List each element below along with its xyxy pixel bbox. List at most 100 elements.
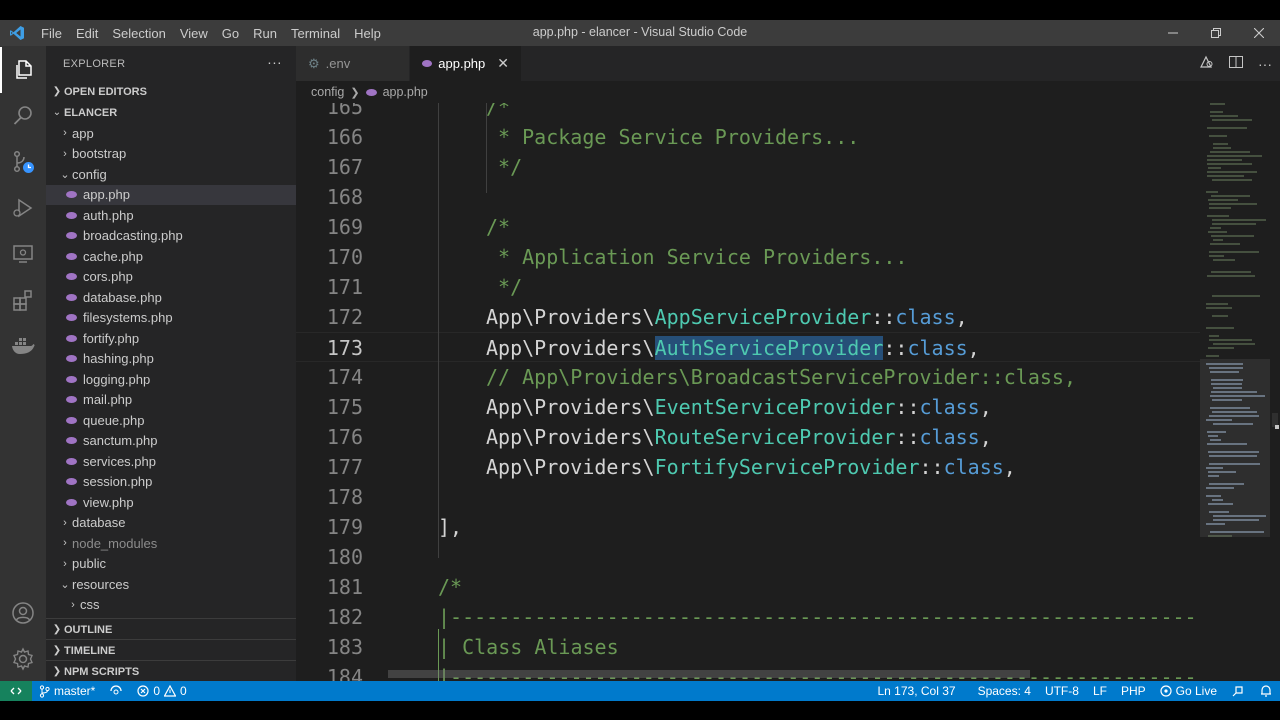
split-editor-icon[interactable] — [1228, 54, 1244, 73]
problems-status[interactable]: 0 0 — [130, 684, 193, 698]
tree-folder[interactable]: ⌄ config — [46, 164, 296, 185]
go-live-button[interactable]: Go Live — [1153, 684, 1224, 698]
minimap-line — [1212, 223, 1256, 225]
tree-file[interactable]: services.php — [46, 451, 296, 472]
extensions-icon[interactable] — [0, 277, 46, 323]
tree-file[interactable]: queue.php — [46, 410, 296, 431]
outline-section[interactable]: ❯ OUTLINE — [46, 618, 296, 640]
minimize-icon[interactable] — [1151, 20, 1194, 46]
close-icon[interactable]: ✕ — [497, 55, 509, 72]
run-debug-icon[interactable] — [0, 185, 46, 231]
menu-item-selection[interactable]: Selection — [105, 26, 172, 41]
code-text: ], — [438, 515, 463, 539]
minimap[interactable] — [1200, 103, 1270, 681]
sync-status[interactable] — [102, 685, 130, 697]
manage-gear-icon[interactable] — [0, 636, 46, 682]
open-editors-section[interactable]: ❯ OPEN EDITORS — [46, 81, 296, 102]
line-number: 179 — [326, 515, 363, 539]
tree-folder[interactable]: ⌄ resources — [46, 574, 296, 595]
explorer-icon[interactable] — [0, 47, 46, 93]
tree-file[interactable]: cors.php — [46, 267, 296, 288]
menu-item-go[interactable]: Go — [215, 26, 246, 41]
language-mode[interactable]: PHP — [1114, 684, 1153, 698]
vertical-scrollbar[interactable] — [1270, 103, 1280, 681]
tree-file[interactable]: sanctum.php — [46, 431, 296, 452]
accounts-icon[interactable] — [0, 590, 46, 636]
code-line: 167 */ — [296, 152, 1200, 182]
tree-folder[interactable]: › bootstrap — [46, 144, 296, 165]
php-file-icon — [66, 232, 77, 240]
tree-file[interactable]: view.php — [46, 492, 296, 513]
tree-file[interactable]: mail.php — [46, 390, 296, 411]
end-of-line[interactable]: LF — [1086, 684, 1114, 698]
horizontal-scrollbar[interactable] — [388, 670, 1030, 678]
more-actions-icon[interactable]: ··· — [267, 54, 282, 70]
code-editor[interactable]: 165/* 166 * Package Service Providers... 1… — [296, 103, 1280, 681]
tree-file[interactable]: filesystems.php — [46, 308, 296, 329]
feedback-icon[interactable] — [1224, 684, 1252, 698]
code-text: App\Providers\EventServiceProvider::clas… — [486, 392, 992, 422]
close-window-icon[interactable] — [1237, 20, 1280, 46]
tab-env[interactable]: ⚙ .env — [296, 46, 410, 81]
search-icon[interactable] — [0, 93, 46, 139]
tree-folder[interactable]: › node_modules — [46, 533, 296, 554]
more-actions-icon[interactable]: ··· — [1258, 56, 1272, 72]
remote-explorer-icon[interactable] — [0, 231, 46, 277]
tree-file[interactable]: broadcasting.php — [46, 226, 296, 247]
minimap-line — [1206, 307, 1232, 309]
breadcrumb-file[interactable]: app.php — [383, 85, 428, 99]
minimap-line — [1210, 227, 1221, 229]
minimap-slider[interactable] — [1200, 359, 1270, 537]
line-number: 184 — [326, 665, 363, 681]
tree-folder[interactable]: › css — [46, 595, 296, 616]
timeline-section[interactable]: ❯ TIMELINE — [46, 639, 296, 661]
menu-item-help[interactable]: Help — [347, 26, 388, 41]
menu-item-run[interactable]: Run — [246, 26, 284, 41]
indentation[interactable]: Spaces: 4 — [971, 684, 1038, 698]
source-control-icon[interactable] — [0, 139, 46, 185]
tree-folder[interactable]: › public — [46, 554, 296, 575]
tree-file[interactable]: logging.php — [46, 369, 296, 390]
tree-file[interactable]: hashing.php — [46, 349, 296, 370]
menu-item-view[interactable]: View — [173, 26, 215, 41]
tree-file[interactable]: fortify.php — [46, 328, 296, 349]
minimap-line — [1207, 155, 1262, 157]
open-changes-icon[interactable] — [1198, 54, 1214, 73]
tree-file[interactable]: cache.php — [46, 246, 296, 267]
restore-icon[interactable] — [1194, 20, 1237, 46]
tree-file[interactable]: auth.php — [46, 205, 296, 226]
project-section[interactable]: ⌄ ELANCER — [46, 102, 296, 123]
docker-icon[interactable] — [0, 323, 46, 369]
php-file-icon — [66, 273, 77, 281]
breadcrumb-folder[interactable]: config — [311, 85, 344, 99]
tree-folder[interactable]: › database — [46, 513, 296, 534]
tree-item-label: fortify.php — [83, 330, 140, 346]
menu-item-edit[interactable]: Edit — [69, 26, 105, 41]
code-line: 166 * Package Service Providers... — [296, 122, 1200, 152]
minimap-line — [1208, 199, 1238, 201]
menu-item-file[interactable]: File — [34, 26, 69, 41]
menu-item-terminal[interactable]: Terminal — [284, 26, 347, 41]
remote-icon[interactable] — [0, 681, 32, 701]
line-number: 165 — [326, 103, 363, 119]
line-number: 166 — [326, 125, 363, 149]
tree-folder[interactable]: › app — [46, 123, 296, 144]
cursor-position[interactable]: Ln 173, Col 37 — [871, 684, 963, 698]
error-count: 0 — [153, 684, 161, 698]
minimap-line — [1207, 171, 1257, 173]
tab-app-php[interactable]: app.php ✕ — [410, 46, 522, 81]
encoding[interactable]: UTF-8 — [1038, 684, 1086, 698]
notifications-icon[interactable] — [1252, 684, 1280, 698]
status-bar: master* 0 0 Ln 173, Col 37 Spaces: 4 UTF… — [0, 681, 1280, 701]
tree-item-label: queue.php — [83, 412, 145, 428]
minimap-line — [1213, 143, 1228, 145]
minimap-line — [1206, 303, 1228, 305]
tree-file[interactable]: database.php — [46, 287, 296, 308]
code-line: 169 /* — [296, 212, 1200, 242]
tree-item-label: logging.php — [83, 371, 151, 387]
tree-file[interactable]: session.php — [46, 472, 296, 493]
tree-item-label: node_modules — [72, 535, 158, 551]
branch-status[interactable]: master* — [32, 684, 102, 698]
tree-file[interactable]: app.php — [46, 184, 296, 205]
npm-scripts-section[interactable]: ❯ NPM SCRIPTS — [46, 660, 296, 681]
